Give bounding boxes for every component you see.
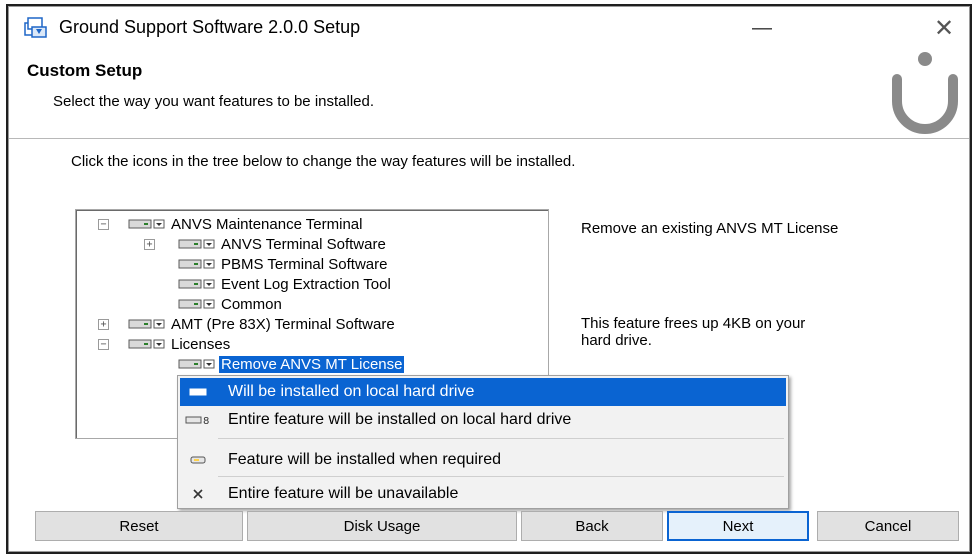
tree-item-anvs-maintenance-terminal[interactable]: − ANVS Maintenance Terminal	[98, 214, 364, 234]
drive-icon[interactable]	[128, 337, 166, 351]
tree-item-remove-anvs-mt-license[interactable]: Remove ANVS MT License	[178, 354, 406, 374]
reset-button-label: Reset	[119, 517, 159, 535]
drive-icon	[180, 387, 216, 397]
drive-icon[interactable]	[128, 317, 166, 331]
tree-item-anvs-terminal-software[interactable]: + ANVS Terminal Software	[144, 234, 388, 254]
drive-tree-icon: 8	[180, 414, 216, 426]
expand-icon[interactable]: +	[98, 319, 109, 330]
title-bar[interactable]: Ground Support Software 2.0.0 Setup — ✕	[9, 7, 969, 49]
drive-icon[interactable]	[178, 277, 216, 291]
minimize-button[interactable]: —	[739, 10, 785, 46]
back-button-label: Back	[575, 517, 609, 535]
tree-item-label: Common	[221, 295, 282, 313]
tree-item-label: Licenses	[171, 335, 231, 353]
instructions-text: Click the icons in the tree below to cha…	[71, 153, 576, 170]
feature-description: Remove an existing ANVS MT License	[581, 220, 839, 237]
collapse-icon[interactable]: −	[98, 339, 109, 350]
expand-icon[interactable]: +	[144, 239, 155, 250]
space-line-1: This feature frees up 4KB on your	[581, 315, 806, 332]
drive-icon[interactable]	[178, 297, 216, 311]
tree-item-label: AMT (Pre 83X) Terminal Software	[171, 315, 395, 333]
installer-app-icon	[23, 15, 49, 39]
tree-item-label: ANVS Terminal Software	[221, 235, 386, 253]
tree-item-label: Event Log Extraction Tool	[221, 275, 391, 293]
svg-text:8: 8	[203, 416, 209, 426]
menu-separator	[218, 438, 784, 439]
drive-icon[interactable]	[178, 257, 216, 271]
page-title: Custom Setup	[27, 61, 143, 80]
window-title: Ground Support Software 2.0.0 Setup	[59, 17, 361, 37]
menu-item-label: Entire feature will be installed on loca…	[228, 411, 572, 428]
collapse-icon[interactable]: −	[98, 219, 109, 230]
back-button[interactable]: Back	[521, 511, 663, 541]
feature-space-requirement: This feature frees up 4KB on your hard d…	[581, 315, 901, 349]
reset-button[interactable]: Reset	[35, 511, 243, 541]
drive-icon[interactable]	[128, 217, 166, 231]
install-options-menu: Will be installed on local hard drive 8 …	[177, 375, 789, 509]
tree-item-common[interactable]: Common	[178, 294, 284, 314]
tree-item-label: PBMS Terminal Software	[221, 255, 388, 273]
tree-item-event-log-extraction-tool[interactable]: Event Log Extraction Tool	[178, 274, 393, 294]
drive-icon[interactable]	[178, 237, 216, 251]
menu-item-label: Will be installed on local hard drive	[228, 383, 475, 400]
tree-item-pbms-terminal-software[interactable]: PBMS Terminal Software	[178, 254, 389, 274]
tree-item-licenses[interactable]: − Licenses	[98, 334, 232, 354]
menu-item-label: Feature will be installed when required	[228, 451, 502, 468]
page-subtitle: Select the way you want features to be i…	[53, 93, 375, 110]
drive-icon[interactable]	[178, 357, 216, 371]
menu-separator	[218, 476, 784, 477]
brand-logo-icon	[887, 49, 963, 135]
cancel-button[interactable]: Cancel	[817, 511, 959, 541]
tree-item-amt-pre-83x-terminal-software[interactable]: + AMT (Pre 83X) Terminal Software	[98, 314, 397, 334]
dialog-header: Custom Setup Select the way you want fea…	[9, 49, 969, 139]
cancel-button-label: Cancel	[864, 517, 912, 535]
next-button-label: Next	[722, 517, 754, 535]
menu-item-install-entire-local[interactable]: 8 Entire feature will be installed on lo…	[180, 406, 786, 434]
disk-usage-button-label: Disk Usage	[343, 517, 421, 535]
tree-item-label-selected: Remove ANVS MT License	[217, 354, 406, 374]
next-button[interactable]: Next	[667, 511, 809, 541]
tree-item-label: ANVS Maintenance Terminal	[171, 215, 363, 233]
drive-on-demand-icon	[180, 454, 216, 466]
button-bar: Reset Disk Usage Back Next Cancel	[9, 499, 969, 553]
space-line-2: hard drive.	[581, 332, 652, 349]
disk-usage-button[interactable]: Disk Usage	[247, 511, 517, 541]
setup-window: Ground Support Software 2.0.0 Setup — ✕ …	[8, 6, 970, 552]
menu-item-install-on-demand[interactable]: Feature will be installed when required	[180, 446, 786, 474]
menu-item-install-local[interactable]: Will be installed on local hard drive	[180, 378, 786, 406]
close-button[interactable]: ✕	[921, 10, 967, 46]
